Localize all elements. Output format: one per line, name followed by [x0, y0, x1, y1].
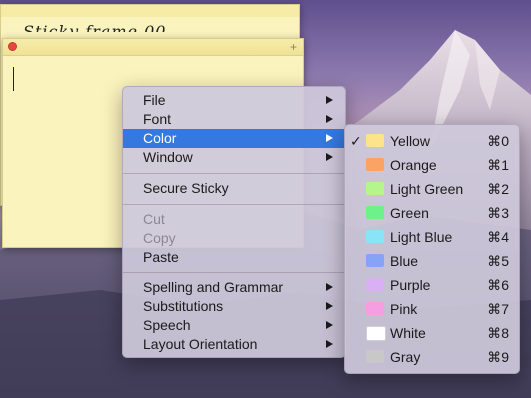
sticky-titlebar[interactable]: [1, 5, 299, 17]
color-item-blue[interactable]: Blue ⌘5: [345, 249, 519, 273]
menu-item-font[interactable]: Font: [123, 110, 345, 129]
color-item-pink[interactable]: Pink ⌘7: [345, 297, 519, 321]
menu-item-label: Cut: [143, 211, 165, 227]
menu-separator: [123, 173, 345, 174]
color-item-light-green[interactable]: Light Green ⌘2: [345, 177, 519, 201]
close-icon[interactable]: [8, 42, 17, 51]
color-swatch: [366, 278, 384, 291]
menu-item-label: File: [143, 92, 166, 108]
color-submenu: ✓ Yellow ⌘0 Orange ⌘1 Light Green ⌘2 Gre…: [344, 124, 520, 374]
color-swatch: [366, 350, 384, 363]
color-item-light-blue[interactable]: Light Blue ⌘4: [345, 225, 519, 249]
shortcut-label: ⌘7: [487, 301, 509, 317]
color-label: Gray: [390, 349, 421, 365]
menu-item-label: Secure Sticky: [143, 180, 229, 196]
shortcut-label: ⌘5: [487, 253, 509, 269]
menu-item-file[interactable]: File: [123, 91, 345, 110]
submenu-arrow-icon: [326, 134, 333, 142]
menu-item-label: Speech: [143, 317, 191, 333]
color-label: Pink: [390, 301, 418, 317]
color-swatch: [366, 326, 386, 341]
shortcut-label: ⌘0: [487, 133, 509, 149]
color-label: Yellow: [390, 133, 430, 149]
color-swatch: [366, 158, 384, 171]
menu-item-label: Paste: [143, 249, 179, 265]
color-item-gray[interactable]: Gray ⌘9: [345, 345, 519, 369]
menu-item-speech[interactable]: Speech: [123, 316, 345, 335]
submenu-arrow-icon: [326, 153, 333, 161]
color-label: Light Blue: [390, 229, 453, 245]
color-item-purple[interactable]: Purple ⌘6: [345, 273, 519, 297]
menu-separator: [123, 204, 345, 205]
submenu-arrow-icon: [326, 96, 333, 104]
submenu-arrow-icon: [326, 283, 333, 291]
menu-item-paste[interactable]: Paste: [123, 248, 345, 267]
color-label: Blue: [390, 253, 419, 269]
color-item-green[interactable]: Green ⌘3: [345, 201, 519, 225]
shortcut-label: ⌘3: [487, 205, 509, 221]
menu-item-spelling-and-grammar[interactable]: Spelling and Grammar: [123, 278, 345, 297]
color-swatch: [366, 230, 384, 243]
menu-item-label: Window: [143, 149, 193, 165]
submenu-arrow-icon: [326, 115, 333, 123]
menu-item-label: Substitutions: [143, 298, 224, 314]
color-label: Light Green: [390, 181, 464, 197]
shortcut-label: ⌘6: [487, 277, 509, 293]
menu-item-layout-orientation[interactable]: Layout Orientation: [123, 335, 345, 354]
context-menu: File Font Color Window Secure Sticky Cut…: [122, 86, 346, 358]
submenu-arrow-icon: [326, 340, 333, 348]
menu-item-label: Copy: [143, 230, 176, 246]
color-item-yellow[interactable]: ✓ Yellow ⌘0: [345, 129, 519, 153]
shortcut-label: ⌘1: [487, 157, 509, 173]
submenu-arrow-icon: [326, 302, 333, 310]
text-cursor: [13, 67, 14, 91]
shortcut-label: ⌘9: [487, 349, 509, 365]
color-swatch: [366, 206, 384, 219]
color-label: Orange: [390, 157, 437, 173]
shortcut-label: ⌘4: [487, 229, 509, 245]
color-swatch: [366, 302, 384, 315]
submenu-arrow-icon: [326, 321, 333, 329]
expand-button[interactable]: +: [290, 39, 297, 55]
menu-item-label: Layout Orientation: [143, 336, 258, 352]
color-item-orange[interactable]: Orange ⌘1: [345, 153, 519, 177]
menu-item-color[interactable]: Color: [123, 129, 345, 148]
sticky-note-text: Sticky frame 00: [23, 22, 167, 32]
checkmark-icon: ✓: [350, 133, 362, 149]
color-label: White: [390, 325, 426, 341]
color-label: Purple: [390, 277, 431, 293]
menu-item-window[interactable]: Window: [123, 148, 345, 167]
color-item-white[interactable]: White ⌘8: [345, 321, 519, 345]
sticky-titlebar[interactable]: +: [3, 39, 303, 56]
menu-item-substitutions[interactable]: Substitutions: [123, 297, 345, 316]
color-swatch: [366, 134, 384, 147]
menu-item-cut: Cut: [123, 210, 345, 229]
color-swatch: [366, 182, 384, 195]
color-label: Green: [390, 205, 429, 221]
menu-item-label: Font: [143, 111, 172, 127]
menu-item-label: Color: [143, 130, 177, 146]
shortcut-label: ⌘8: [487, 325, 509, 341]
menu-separator: [123, 272, 345, 273]
menu-item-secure-sticky[interactable]: Secure Sticky: [123, 179, 345, 198]
shortcut-label: ⌘2: [487, 181, 509, 197]
color-swatch: [366, 254, 384, 267]
menu-item-label: Spelling and Grammar: [143, 279, 284, 295]
menu-item-copy: Copy: [123, 229, 345, 248]
